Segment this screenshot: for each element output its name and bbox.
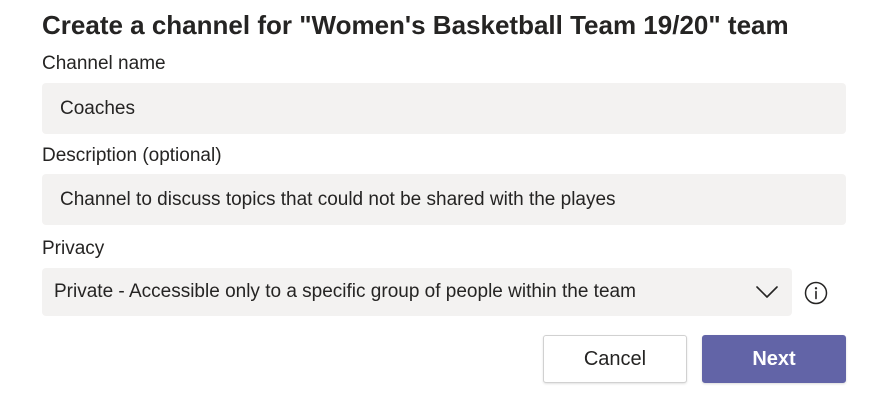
description-input[interactable] — [42, 174, 846, 225]
cancel-button[interactable]: Cancel — [543, 335, 687, 383]
chevron-down-icon — [756, 281, 778, 303]
next-button[interactable]: Next — [702, 335, 846, 383]
privacy-dropdown[interactable]: Private - Accessible only to a specific … — [42, 268, 792, 316]
dialog-title: Create a channel for "Women's Basketball… — [42, 10, 789, 40]
privacy-selected-value: Private - Accessible only to a specific … — [54, 281, 636, 302]
description-label: Description (optional) — [42, 145, 222, 166]
channel-name-label: Channel name — [42, 53, 166, 74]
info-icon[interactable] — [804, 281, 828, 305]
privacy-label: Privacy — [42, 238, 105, 259]
channel-name-input[interactable] — [42, 83, 846, 134]
create-channel-dialog: Create a channel for "Women's Basketball… — [0, 0, 889, 406]
